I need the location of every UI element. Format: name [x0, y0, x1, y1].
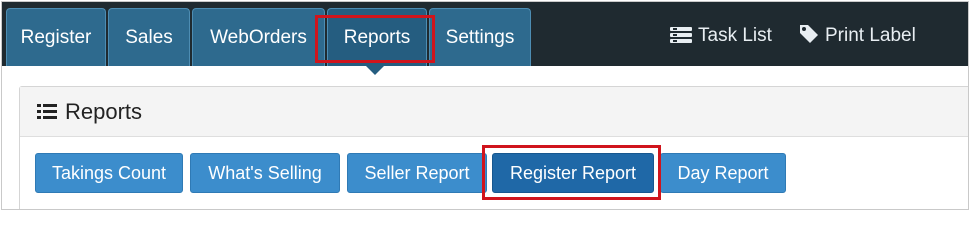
reports-panel-header: Reports	[20, 87, 968, 137]
whats-selling-button[interactable]: What's Selling	[190, 153, 340, 193]
tab-settings[interactable]: Settings	[429, 8, 531, 66]
register-report-button[interactable]: Register Report	[492, 153, 654, 193]
panel-title: Reports	[65, 99, 143, 124]
list-icon	[37, 104, 57, 125]
print-label-link[interactable]: Print Label	[799, 24, 916, 48]
task-list-icon	[670, 26, 692, 51]
tab-sales[interactable]: Sales	[108, 8, 190, 66]
top-nav-bar: Register Sales WebOrders Reports Setting…	[2, 2, 968, 66]
tab-weborders[interactable]: WebOrders	[192, 8, 325, 66]
day-report-button[interactable]: Day Report	[660, 153, 786, 193]
tab-reports[interactable]: Reports	[327, 8, 427, 66]
seller-report-button[interactable]: Seller Report	[347, 153, 487, 193]
task-list-label: Task List	[698, 25, 772, 46]
reports-panel: Reports Takings Count What's Selling Sel…	[19, 86, 968, 209]
tag-icon	[799, 24, 819, 51]
task-list-link[interactable]: Task List	[670, 24, 772, 48]
active-tab-caret	[366, 66, 384, 75]
print-label-label: Print Label	[825, 25, 916, 46]
takings-count-button[interactable]: Takings Count	[35, 153, 183, 193]
tab-register[interactable]: Register	[6, 8, 106, 66]
app-frame: Register Sales WebOrders Reports Setting…	[1, 1, 969, 210]
